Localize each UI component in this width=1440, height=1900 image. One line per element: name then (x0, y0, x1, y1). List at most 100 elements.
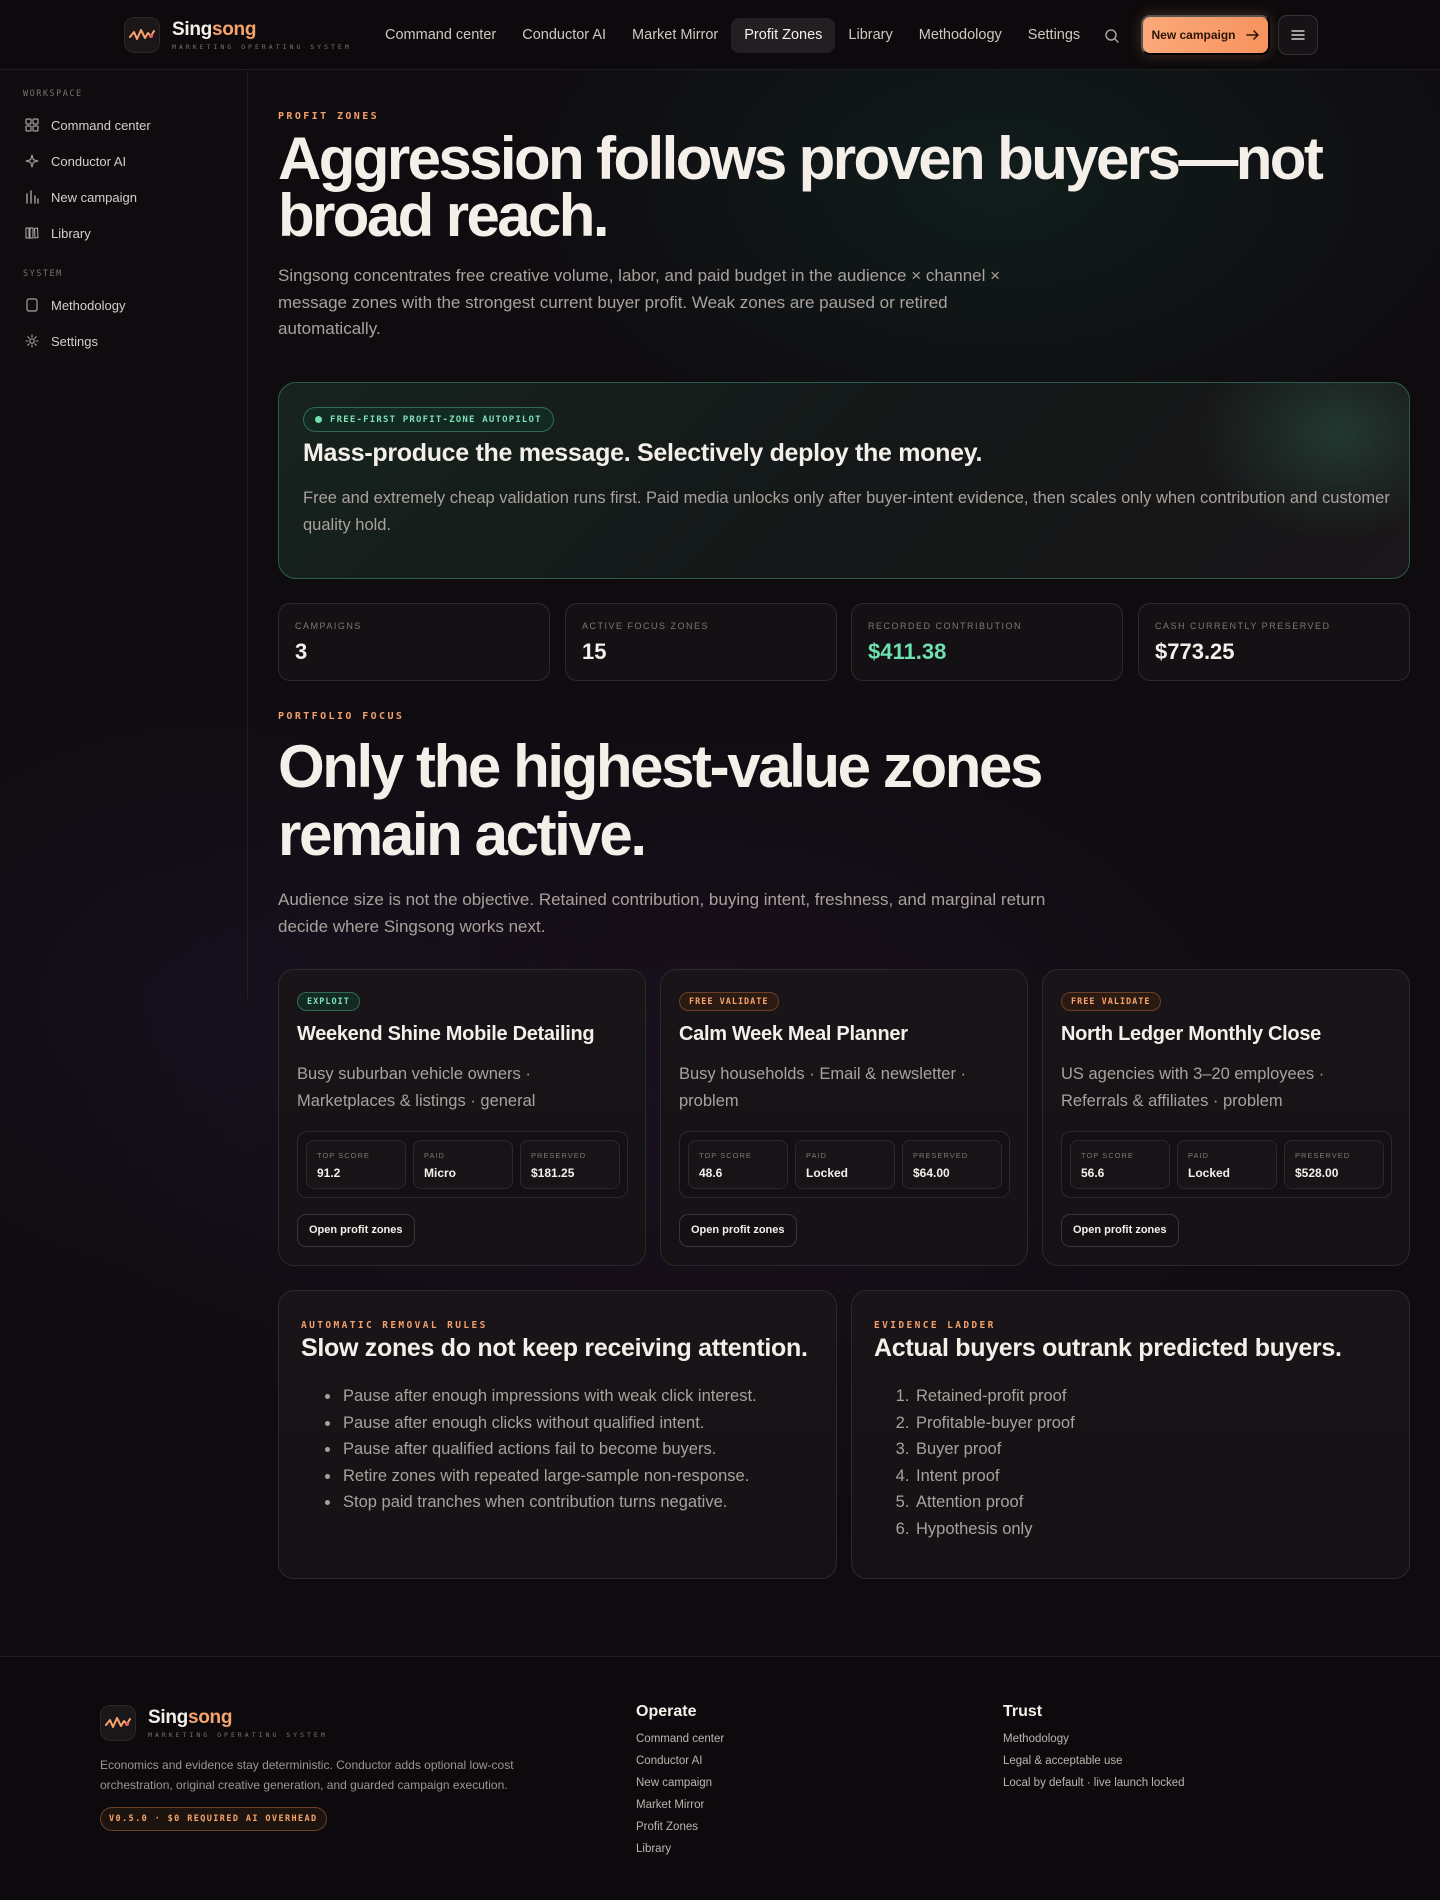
page-title: Aggression follows proven buyers—not bro… (278, 125, 1324, 249)
sidebar-item-command-center[interactable]: Command center (24, 115, 151, 135)
sparkle-icon (24, 153, 40, 169)
nav-methodology[interactable]: Methodology (906, 18, 1015, 53)
list-item: Pause after enough impressions with weak… (341, 1383, 821, 1410)
footer-link-library[interactable]: Library (636, 1838, 724, 1860)
metric-value: Locked (806, 1166, 849, 1180)
portfolio-eyebrow: PORTFOLIO FOCUS (278, 711, 405, 722)
footer-link-new-campaign[interactable]: New campaign (636, 1772, 724, 1794)
removal-rules-card: AUTOMATIC REMOVAL RULES Slow zones do no… (278, 1290, 837, 1579)
stat-card-cash-preserved: CASH CURRENTLY PRESERVED $773.25 (1138, 603, 1410, 681)
list-item: Pause after qualified actions fail to be… (341, 1436, 821, 1463)
footer-column-trust: Trust Methodology Legal & acceptable use… (1003, 1703, 1185, 1794)
zone-audience: Busy suburban vehicle owners · Marketpla… (297, 1065, 536, 1110)
brand[interactable]: Singsong MARKETING OPERATING SYSTEM (124, 17, 352, 53)
footer-link-command-center[interactable]: Command center (636, 1728, 724, 1750)
stat-value: $773.25 (1155, 639, 1235, 664)
metric-label: PAID (424, 1151, 445, 1160)
main-nav: Command center Conductor AI Market Mirro… (372, 18, 1093, 53)
footer-link-profit-zones[interactable]: Profit Zones (636, 1816, 724, 1838)
zone-metrics: TOP SCORE 48.6 PAID Locked PRESERVED $64.00 (679, 1131, 1010, 1198)
footer-brand[interactable]: Singsong MARKETING OPERATING SYSTEM (100, 1705, 328, 1741)
autopilot-description: Free and extremely cheap validation runs… (303, 489, 1390, 534)
search-icon[interactable] (1100, 24, 1124, 48)
zone-card: FREE VALIDATE North Ledger Monthly Close… (1042, 969, 1410, 1266)
sidebar: WORKSPACE Command center Conductor AI Ne… (0, 71, 248, 1001)
sidebar-item-new-campaign[interactable]: New campaign (24, 187, 137, 207)
evidence-ladder-card: EVIDENCE LADDER Actual buyers outrank pr… (851, 1290, 1410, 1579)
list-item: Hypothesis only (914, 1516, 1394, 1543)
portfolio-title: Only the highest-value zones remain acti… (278, 733, 1043, 868)
sidebar-item-label: Command center (51, 117, 151, 133)
footer-column-operate: Operate Command center Conductor AI New … (636, 1703, 724, 1860)
sidebar-item-methodology[interactable]: Methodology (24, 295, 125, 315)
nav-conductor-ai[interactable]: Conductor AI (509, 18, 619, 53)
footer-column-title: Operate (636, 1703, 697, 1720)
sidebar-item-label: Conductor AI (51, 153, 127, 169)
sidebar-item-conductor-ai[interactable]: Conductor AI (24, 151, 126, 171)
footer-link-methodology[interactable]: Methodology (1003, 1728, 1185, 1750)
nav-library[interactable]: Library (835, 18, 905, 53)
footer-link-conductor-ai[interactable]: Conductor AI (636, 1750, 724, 1772)
bar-chart-icon (24, 189, 40, 205)
open-profit-zones-button[interactable]: Open profit zones (297, 1214, 415, 1247)
logo-icon (124, 17, 160, 53)
top-navigation-bar: Singsong MARKETING OPERATING SYSTEM Comm… (0, 0, 1440, 70)
metric-value: 48.6 (699, 1166, 723, 1180)
metric-preserved: PRESERVED $64.00 (902, 1140, 1002, 1189)
footer-description: Economics and evidence stay deterministi… (100, 1758, 514, 1792)
gear-icon (24, 333, 40, 349)
sidebar-item-label: Library (51, 225, 91, 241)
metric-paid: PAID Locked (795, 1140, 895, 1189)
hero-eyebrow: PROFIT ZONES (278, 111, 380, 122)
autopilot-badge-label: FREE-FIRST PROFIT-ZONE AUTOPILOT (330, 414, 542, 425)
metric-paid: PAID Locked (1177, 1140, 1277, 1189)
stat-label: CASH CURRENTLY PRESERVED (1155, 621, 1331, 631)
sidebar-item-library[interactable]: Library (24, 223, 91, 243)
metric-top-score: TOP SCORE 48.6 (688, 1140, 788, 1189)
nav-settings[interactable]: Settings (1015, 18, 1093, 53)
footer-link-legal[interactable]: Legal & acceptable use (1003, 1750, 1185, 1772)
nav-profit-zones[interactable]: Profit Zones (731, 18, 836, 53)
metric-preserved: PRESERVED $528.00 (1284, 1140, 1384, 1189)
metric-label: PRESERVED (913, 1151, 969, 1160)
books-icon (24, 225, 40, 241)
document-icon (24, 297, 40, 313)
footer-link-market-mirror[interactable]: Market Mirror (636, 1794, 724, 1816)
footer-column-title: Trust (1003, 1703, 1043, 1720)
stat-value: $411.38 (868, 639, 947, 664)
evidence-ladder-eyebrow: EVIDENCE LADDER (874, 1320, 996, 1331)
stat-value: 3 (295, 639, 308, 664)
nav-market-mirror[interactable]: Market Mirror (619, 18, 731, 53)
list-item: Retire zones with repeated large-sample … (341, 1463, 821, 1490)
open-profit-zones-button[interactable]: Open profit zones (679, 1214, 797, 1247)
zone-metrics: TOP SCORE 56.6 PAID Locked PRESERVED $528.0… (1061, 1131, 1392, 1198)
list-item: Profitable-buyer proof (914, 1410, 1394, 1437)
version-badge: V0.5.0 · $0 REQUIRED AI OVERHEAD (100, 1807, 327, 1831)
metric-label: TOP SCORE (317, 1151, 370, 1160)
list-item: Stop paid tranches when contribution tur… (341, 1489, 821, 1516)
list-item: Retained-profit proof (914, 1383, 1394, 1410)
new-campaign-button[interactable]: New campaign (1141, 15, 1270, 55)
metric-value: Micro (424, 1166, 457, 1180)
nav-command-center[interactable]: Command center (372, 18, 509, 53)
zone-status-badge: EXPLOIT (297, 992, 360, 1011)
list-item: Attention proof (914, 1489, 1394, 1516)
grid-icon (24, 117, 40, 133)
stat-label: RECORDED CONTRIBUTION (868, 621, 1023, 631)
sidebar-item-settings[interactable]: Settings (24, 331, 98, 351)
metric-label: PAID (806, 1151, 827, 1160)
sidebar-item-label: Settings (51, 333, 98, 349)
stat-label: CAMPAIGNS (295, 621, 362, 631)
zone-audience: US agencies with 3–20 employees · Referr… (1061, 1065, 1325, 1110)
menu-button[interactable] (1278, 15, 1318, 55)
metric-label: PRESERVED (1295, 1151, 1351, 1160)
stat-card-recorded-contribution: RECORDED CONTRIBUTION $411.38 (851, 603, 1123, 681)
autopilot-badge: FREE-FIRST PROFIT-ZONE AUTOPILOT (303, 407, 554, 432)
status-dot-icon (315, 416, 322, 423)
footer-link-local-default[interactable]: Local by default · live launch locked (1003, 1772, 1185, 1794)
zone-metrics: TOP SCORE 91.2 PAID Micro PRESERVED $181.25 (297, 1131, 628, 1198)
brand-name: Singsong (172, 18, 257, 40)
evidence-ladder-list: Retained-profit proof Profitable-buyer p… (914, 1383, 1394, 1542)
open-profit-zones-button[interactable]: Open profit zones (1061, 1214, 1179, 1247)
list-item: Buyer proof (914, 1436, 1394, 1463)
